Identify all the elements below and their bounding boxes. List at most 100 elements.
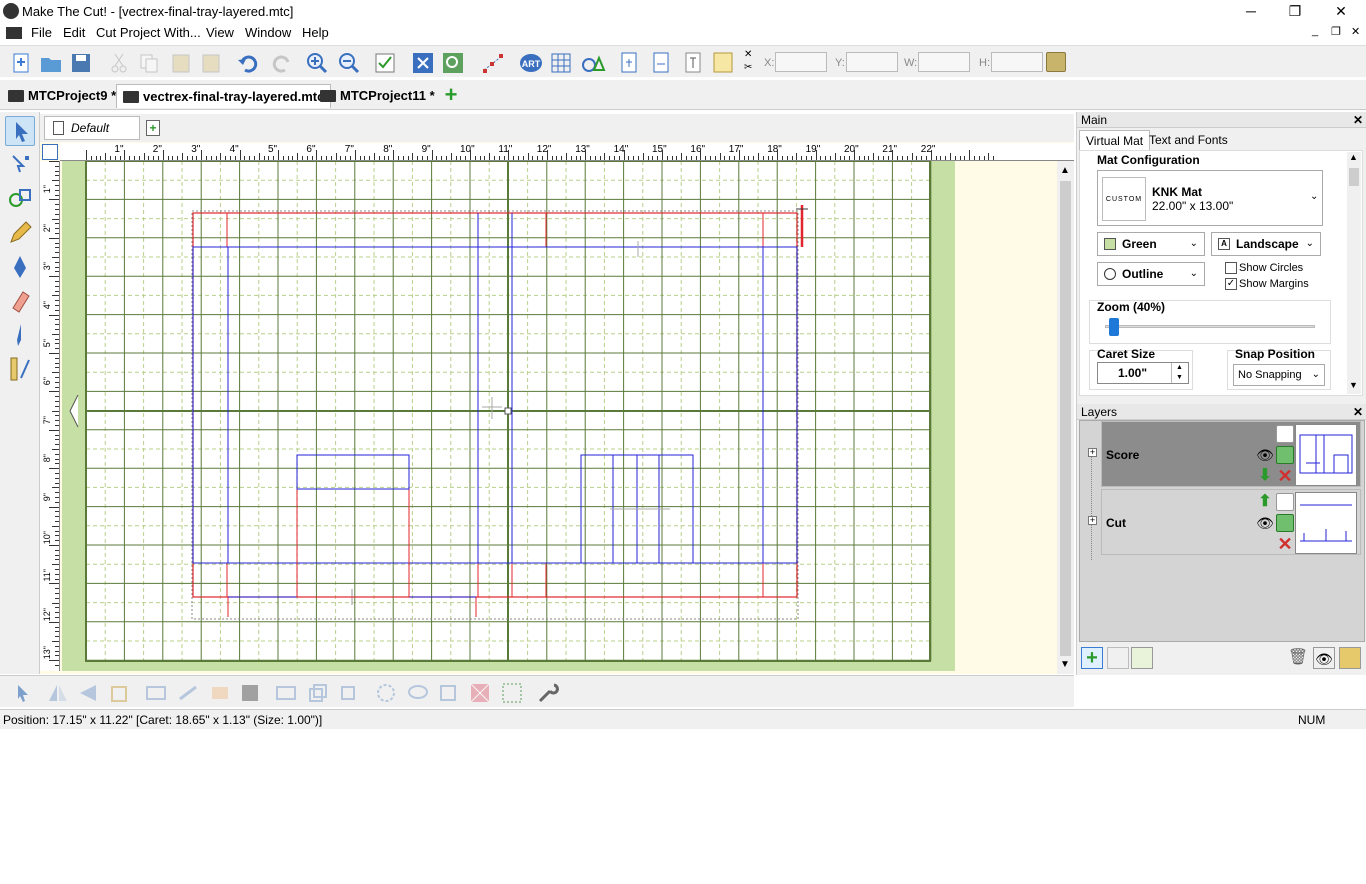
- find-image-icon[interactable]: [440, 50, 466, 76]
- pointer-icon[interactable]: [10, 681, 34, 705]
- merge-layer-icon[interactable]: [1131, 647, 1153, 669]
- panel-scrollbar[interactable]: ▲ ▼: [1347, 152, 1361, 394]
- cutting-mat[interactable]: [62, 160, 955, 671]
- show-all-eye-icon[interactable]: 👁: [1313, 647, 1335, 669]
- mat-canvas[interactable]: [62, 160, 955, 671]
- vertical-scrollbar[interactable]: ▲ ▼: [1057, 161, 1074, 674]
- shadow-icon[interactable]: [374, 681, 398, 705]
- ungroup-icon[interactable]: [336, 681, 360, 705]
- select-arrow-icon[interactable]: [5, 116, 35, 146]
- y-field[interactable]: [846, 52, 898, 72]
- close-toolbar-icon[interactable]: ✕: [744, 49, 752, 60]
- tab-vectrex-final-tray-layered[interactable]: vectrex-final-tray-layered.mtc: [116, 84, 332, 108]
- show-margins-checkbox[interactable]: ✓: [1225, 278, 1237, 290]
- import-scut-icon[interactable]: [710, 50, 736, 76]
- frame-icon[interactable]: [436, 681, 460, 705]
- trash-icon[interactable]: 🗑: [1287, 647, 1309, 669]
- mdi-close-button[interactable]: ✕: [1351, 25, 1360, 38]
- knife-icon[interactable]: [5, 320, 35, 350]
- lock-icon[interactable]: [1276, 446, 1294, 464]
- layer-score[interactable]: + Score 👁 ⬇ ✕: [1088, 421, 1361, 487]
- speech-bubble-icon[interactable]: [406, 681, 430, 705]
- rotate-icon[interactable]: [108, 681, 132, 705]
- checklist-icon[interactable]: [372, 50, 398, 76]
- ruler-top[interactable]: 1" 2" 3" 4" 5" 6" 7" 8" 9" 10" 11" 12" 13" 14" 15" 16" 1…: [60, 143, 1074, 161]
- nodes-icon[interactable]: [480, 50, 506, 76]
- scroll-thumb[interactable]: [1060, 181, 1071, 656]
- menu-help[interactable]: Help: [298, 25, 333, 40]
- panel-scroll-up-icon[interactable]: ▲: [1349, 152, 1358, 162]
- wrench-icon[interactable]: [536, 681, 560, 705]
- layer-grid-icon[interactable]: [1276, 493, 1294, 511]
- menu-cut-project-with[interactable]: Cut Project With...: [92, 25, 205, 40]
- fill-icon[interactable]: [238, 681, 262, 705]
- center-icon[interactable]: [208, 681, 232, 705]
- expand-icon[interactable]: +: [1088, 448, 1097, 457]
- add-layer-icon[interactable]: +: [1081, 647, 1103, 669]
- pattern-fill-icon[interactable]: [468, 681, 492, 705]
- flip-horizontal-icon[interactable]: [46, 681, 70, 705]
- menu-edit[interactable]: Edit: [59, 25, 89, 40]
- snap-position-select[interactable]: No Snapping ⌄: [1233, 364, 1325, 386]
- trace-icon[interactable]: [410, 50, 436, 76]
- mdi-restore-button[interactable]: ❐: [1331, 25, 1341, 38]
- group-icon[interactable]: [306, 681, 330, 705]
- weld-icon[interactable]: [274, 681, 298, 705]
- zoom-in-icon[interactable]: [304, 50, 330, 76]
- eraser-icon[interactable]: [5, 286, 35, 316]
- orientation-select[interactable]: A Landscape ⌄: [1211, 232, 1321, 256]
- tab-mtcproject9[interactable]: MTCProject9 *: [2, 84, 122, 108]
- dotted-grid-icon[interactable]: [500, 681, 524, 705]
- ruler-left[interactable]: 1" 2" 3" 4" 5" 6" 7" 8" 9" 10" 11" 12" 13": [40, 161, 60, 671]
- paste-icon[interactable]: [168, 50, 194, 76]
- pen-tool-icon[interactable]: [5, 252, 35, 282]
- import-pdf-icon[interactable]: [648, 50, 674, 76]
- menu-view[interactable]: View: [202, 25, 238, 40]
- ruler-corner-icon[interactable]: [42, 144, 58, 160]
- shapes-icon[interactable]: [580, 50, 606, 76]
- mat-color-select[interactable]: Green ⌄: [1097, 232, 1205, 256]
- restore-button[interactable]: ❐: [1272, 0, 1318, 22]
- add-page-icon[interactable]: +: [146, 120, 160, 136]
- mdi-minimize-button[interactable]: _: [1312, 25, 1318, 37]
- menu-window[interactable]: Window: [241, 25, 295, 40]
- tab-virtual-mat[interactable]: Virtual Mat: [1079, 130, 1151, 150]
- new-file-icon[interactable]: [8, 50, 34, 76]
- distribute-icon[interactable]: [176, 681, 200, 705]
- minimize-button[interactable]: ─: [1228, 0, 1274, 22]
- import-text-icon[interactable]: [680, 50, 706, 76]
- eye-icon[interactable]: 👁: [1256, 514, 1274, 532]
- align-icon[interactable]: [144, 681, 168, 705]
- x-field[interactable]: [775, 52, 827, 72]
- grid-icon[interactable]: [548, 50, 574, 76]
- close-button[interactable]: ✕: [1318, 0, 1364, 22]
- caret-spinner[interactable]: ▲ ▼: [1171, 363, 1187, 383]
- panel-scroll-down-icon[interactable]: ▼: [1349, 380, 1358, 390]
- delete-layer-icon[interactable]: ✕: [1276, 535, 1294, 553]
- tab-mtcproject11[interactable]: MTCProject11 *: [314, 84, 441, 108]
- panel-scroll-thumb[interactable]: [1349, 168, 1359, 186]
- layers-panel-close-icon[interactable]: ✕: [1353, 404, 1363, 420]
- expand-icon[interactable]: +: [1088, 516, 1097, 525]
- eye-icon[interactable]: 👁: [1256, 446, 1274, 464]
- lock-icon[interactable]: [1276, 514, 1294, 532]
- redo-icon[interactable]: [268, 50, 294, 76]
- render-mode-select[interactable]: Outline ⌄: [1097, 262, 1205, 286]
- pencil-icon[interactable]: [5, 218, 35, 248]
- layer-cut[interactable]: + Cut ⬆ 👁 ✕: [1088, 489, 1361, 555]
- scroll-down-arrow-icon[interactable]: ▼: [1060, 659, 1070, 670]
- move-up-icon[interactable]: ⬆: [1256, 493, 1274, 511]
- import-svg-icon[interactable]: [616, 50, 642, 76]
- show-circles-checkbox[interactable]: [1225, 262, 1237, 274]
- add-tab-icon[interactable]: +: [442, 84, 460, 106]
- zoom-out-icon[interactable]: [336, 50, 362, 76]
- h-field[interactable]: [991, 52, 1043, 72]
- delete-layer-icon[interactable]: ✕: [1276, 467, 1294, 485]
- lock-all-icon[interactable]: [1339, 647, 1361, 669]
- lock-ratio-icon[interactable]: [1046, 52, 1066, 72]
- zoom-slider-track[interactable]: [1105, 325, 1315, 328]
- open-folder-icon[interactable]: [38, 50, 64, 76]
- move-down-icon[interactable]: ⬇: [1256, 467, 1274, 485]
- flip-vertical-icon[interactable]: [76, 681, 100, 705]
- copy-icon[interactable]: [136, 50, 162, 76]
